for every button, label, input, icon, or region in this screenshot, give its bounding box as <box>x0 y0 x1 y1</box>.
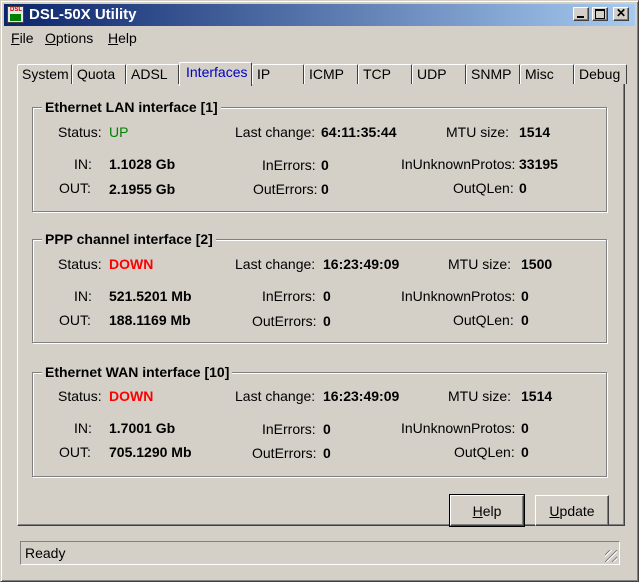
in-unknown-value: 0 <box>521 420 529 436</box>
status-value: DOWN <box>109 388 154 404</box>
minimize-button[interactable] <box>573 7 589 21</box>
out-errors-label: OutErrors: <box>252 313 317 329</box>
out-qlen-value: 0 <box>521 444 529 460</box>
last-change-label: Last change: <box>235 256 316 272</box>
out-value: 705.1290 Mb <box>109 444 192 460</box>
in-value: 1.1028 Gb <box>109 156 176 172</box>
out-label: OUT: <box>59 444 91 460</box>
out-value: 188.1169 Mb <box>109 312 191 328</box>
title-bar[interactable]: DSL DSL-50X Utility <box>4 4 635 26</box>
out-label: OUT: <box>59 180 91 196</box>
tab-icmp[interactable]: ICMP <box>304 64 358 84</box>
out-errors-label: OutErrors: <box>252 445 317 461</box>
update-button-accel: U <box>549 502 560 519</box>
last-change-label: Last change: <box>235 124 316 140</box>
menu-options[interactable]: Options <box>45 30 93 46</box>
interface-title: PPP channel interface [2] <box>42 231 216 247</box>
out-label: OUT: <box>59 312 91 328</box>
out-qlen-value: 0 <box>521 312 529 328</box>
last-change-value: 64:11:35:44 <box>321 124 397 140</box>
tab-interfaces[interactable]: Interfaces <box>179 62 252 86</box>
out-qlen-label: OutQLen: <box>453 312 514 328</box>
window-title: DSL-50X Utility <box>29 6 137 23</box>
tab-misc[interactable]: Misc <box>520 64 574 84</box>
tab-tcp[interactable]: TCP <box>358 64 412 84</box>
mtu-label: MTU size: <box>448 388 511 404</box>
help-button[interactable]: Help <box>449 494 525 527</box>
status-bar: Ready <box>20 541 620 565</box>
in-label: IN: <box>74 156 92 172</box>
mtu-label: MTU size: <box>448 256 511 272</box>
status-bar-text: Ready <box>25 545 66 561</box>
tab-system[interactable]: System <box>17 64 72 84</box>
menu-file[interactable]: File <box>11 30 34 46</box>
last-change-label: Last change: <box>235 388 316 404</box>
in-unknown-label: InUnknownProtos: <box>401 288 516 304</box>
tab-debug[interactable]: Debug <box>574 64 627 84</box>
status-label: Status: <box>58 388 102 404</box>
status-value: DOWN <box>109 256 154 272</box>
in-unknown-label: InUnknownProtos: <box>401 156 516 172</box>
out-value: 2.1955 Gb <box>109 181 176 197</box>
in-errors-value: 0 <box>323 421 331 437</box>
in-unknown-value: 33195 <box>519 156 558 172</box>
update-button[interactable]: Update <box>535 495 609 526</box>
tab-snmp[interactable]: SNMP <box>466 64 520 84</box>
update-button-label: pdate <box>559 502 595 519</box>
help-button-label: elp <box>482 502 502 519</box>
tab-ip[interactable]: IP <box>252 64 304 84</box>
tab-quota[interactable]: Quota <box>72 64 126 84</box>
last-change-value: 16:23:49:09 <box>323 388 400 404</box>
close-button[interactable] <box>613 6 629 21</box>
interface-title: Ethernet LAN interface [1] <box>42 99 221 115</box>
out-qlen-value: 0 <box>519 180 527 196</box>
status-label: Status: <box>58 256 102 272</box>
out-errors-label: OutErrors: <box>253 181 318 197</box>
mtu-value: 1514 <box>519 124 551 140</box>
last-change-value: 16:23:49:09 <box>323 256 400 272</box>
mtu-value: 1514 <box>521 388 553 404</box>
app-icon[interactable]: DSL <box>7 6 24 23</box>
tab-udp[interactable]: UDP <box>412 64 466 84</box>
app-icon-text: DSL <box>10 7 22 13</box>
out-errors-value: 0 <box>323 313 331 329</box>
help-button-accel: H <box>472 502 483 519</box>
menu-help[interactable]: Help <box>108 30 137 46</box>
interface-title: Ethernet WAN interface [10] <box>42 364 233 380</box>
in-errors-value: 0 <box>321 157 329 173</box>
in-value: 1.7001 Gb <box>109 420 176 436</box>
tab-adsl[interactable]: ADSL <box>126 64 179 84</box>
in-unknown-value: 0 <box>521 288 529 304</box>
in-label: IN: <box>74 288 92 304</box>
in-value: 521.5201 Mb <box>109 288 192 304</box>
in-errors-label: InErrors: <box>262 288 316 304</box>
out-qlen-label: OutQLen: <box>454 444 515 460</box>
status-value: UP <box>109 124 129 140</box>
in-errors-value: 0 <box>323 288 331 304</box>
maximize-button[interactable] <box>592 7 608 21</box>
in-errors-label: InErrors: <box>262 421 316 437</box>
status-label: Status: <box>58 124 102 140</box>
mtu-label: MTU size: <box>446 124 509 140</box>
out-errors-value: 0 <box>323 445 331 461</box>
in-unknown-label: InUnknownProtos: <box>401 420 516 436</box>
in-errors-label: InErrors: <box>262 157 316 173</box>
app-window: DSL DSL-50X Utility File Options Help Sy… <box>0 0 639 582</box>
in-label: IN: <box>74 420 92 436</box>
mtu-value: 1500 <box>521 256 553 272</box>
out-qlen-label: OutQLen: <box>453 180 514 196</box>
out-errors-value: 0 <box>321 181 329 197</box>
resize-grip-icon[interactable] <box>605 550 617 562</box>
